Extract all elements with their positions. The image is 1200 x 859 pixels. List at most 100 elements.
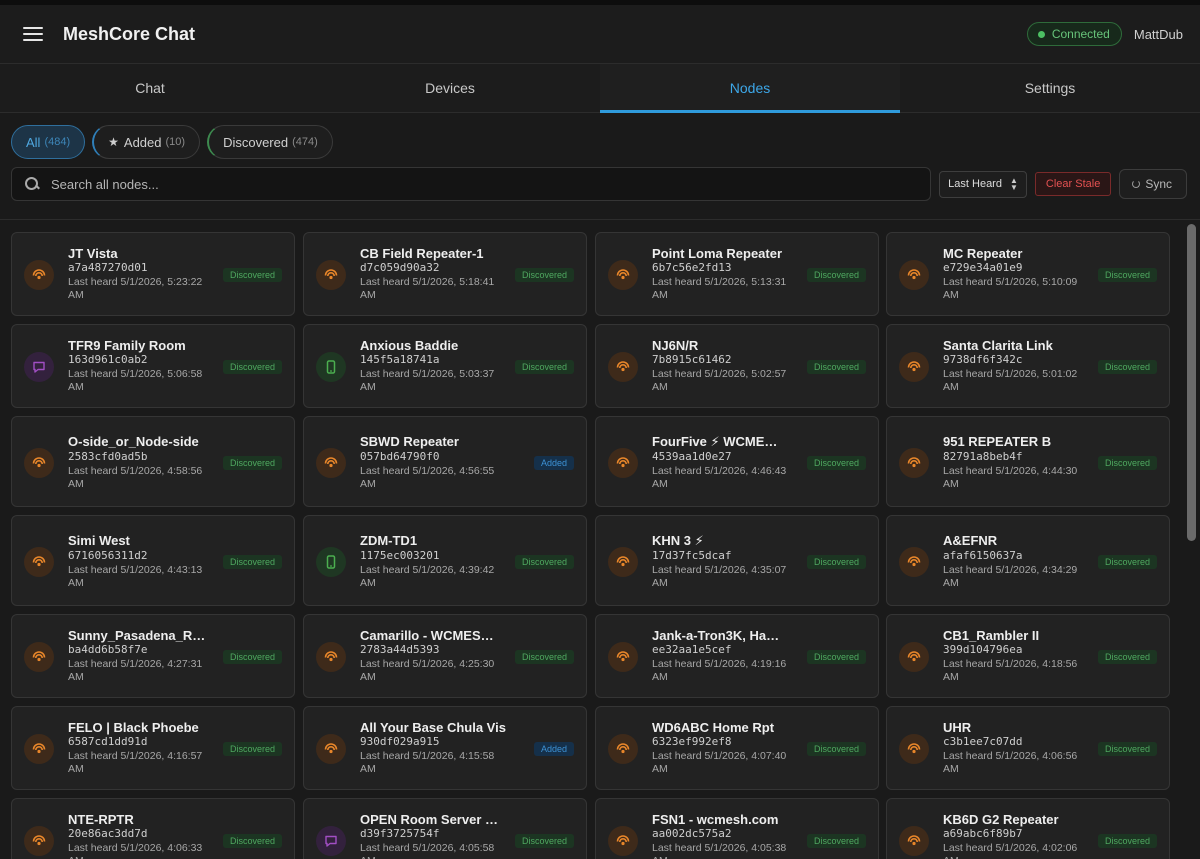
node-card[interactable]: Camarillo - WCMES… 2783a44d5393 Last heard… bbox=[303, 614, 587, 698]
node-card[interactable]: Simi West 6716056311d2 Last heard 5/1/2026… bbox=[11, 515, 295, 606]
node-last-heard: Last heard 5/1/2026, 4:27:31 AM bbox=[68, 658, 203, 683]
filter-all-chip[interactable]: All (484) bbox=[11, 125, 86, 159]
node-card[interactable]: 951 REPEATER B 82791a8beb4f Last heard 5/1… bbox=[886, 416, 1170, 507]
node-last-heard: Last heard 5/1/2026, 5:23:22 AM bbox=[68, 276, 203, 301]
node-name: NTE-RPTR bbox=[68, 812, 134, 827]
node-last-heard: Last heard 5/1/2026, 5:03:37 AM bbox=[360, 368, 495, 393]
node-public-key: aa002dc575a2 bbox=[652, 827, 732, 840]
tab-devices[interactable]: Devices bbox=[300, 64, 600, 112]
node-card[interactable]: OPEN Room Server … d39f3725754f Last heard… bbox=[303, 798, 587, 859]
nodes-toolbar: Last Heard ▲▼ Clear Stale Sync bbox=[0, 167, 1200, 201]
filter-added-count: (10) bbox=[165, 136, 186, 148]
node-name: SBWD Repeater bbox=[360, 434, 459, 449]
node-filter-chips: All (484) ★ Added (10) Discovered (474) bbox=[0, 113, 1200, 159]
node-status-badge: Discovered bbox=[1097, 555, 1157, 569]
filter-discovered-label: Discovered bbox=[223, 134, 289, 150]
main-tabs: Chat Devices Nodes Settings bbox=[0, 64, 1200, 113]
node-card[interactable]: JT Vista a7a487270d01 Last heard 5/1/2026,… bbox=[11, 232, 295, 316]
node-name: O-side_or_Node-side bbox=[68, 434, 199, 449]
node-last-heard: Last heard 5/1/2026, 4:35:07 AM bbox=[652, 564, 787, 589]
node-status-badge: Discovered bbox=[222, 742, 282, 756]
node-public-key: 82791a8beb4f bbox=[943, 450, 1023, 463]
repeater-signal-icon bbox=[899, 260, 929, 290]
node-status-badge: Discovered bbox=[1097, 742, 1157, 756]
node-last-heard: Last heard 5/1/2026, 5:02:57 AM bbox=[652, 368, 787, 393]
tab-settings[interactable]: Settings bbox=[900, 64, 1200, 112]
repeater-signal-icon bbox=[316, 260, 346, 290]
node-card[interactable]: WD6ABC Home Rpt 6323ef992ef8 Last heard 5/… bbox=[595, 706, 879, 790]
node-public-key: 399d104796ea bbox=[943, 643, 1023, 656]
room-chat-icon bbox=[24, 352, 54, 382]
repeater-signal-icon bbox=[608, 826, 638, 856]
scrollbar-thumb[interactable] bbox=[1187, 224, 1196, 541]
node-card[interactable]: ZDM-TD1 1175ec003201 Last heard 5/1/2026, … bbox=[303, 515, 587, 606]
node-name: Jank-a-Tron3K, Ha… bbox=[652, 628, 780, 643]
node-last-heard: Last heard 5/1/2026, 5:06:58 AM bbox=[68, 368, 203, 393]
node-card[interactable]: UHR c3b1ee7c07dd Last heard 5/1/2026, 4:06… bbox=[886, 706, 1170, 790]
connection-status-label: Connected bbox=[1051, 27, 1110, 41]
node-name: Simi West bbox=[68, 533, 130, 548]
filter-added-chip[interactable]: ★ Added (10) bbox=[92, 125, 201, 159]
node-card[interactable]: FourFive ⚡ WCME… 4539aa1d0e27 Last heard 5… bbox=[595, 416, 879, 507]
scrollbar[interactable] bbox=[1187, 224, 1196, 859]
node-card[interactable]: SBWD Repeater 057bd64790f0 Last heard 5/1/… bbox=[303, 416, 587, 507]
node-status-badge: Discovered bbox=[222, 650, 282, 664]
node-public-key: 6587cd1dd91d bbox=[68, 735, 148, 748]
sync-button-label: Sync bbox=[1145, 177, 1172, 191]
tab-chat[interactable]: Chat bbox=[0, 64, 300, 112]
node-list[interactable]: JT Vista a7a487270d01 Last heard 5/1/2026,… bbox=[0, 219, 1200, 859]
node-last-heard: Last heard 5/1/2026, 4:43:13 AM bbox=[68, 564, 203, 589]
node-card[interactable]: KB6D G2 Repeater a69abc6f89b7 Last heard 5… bbox=[886, 798, 1170, 859]
status-dot-icon bbox=[1037, 30, 1045, 38]
repeater-signal-icon bbox=[899, 642, 929, 672]
search-input[interactable] bbox=[51, 176, 931, 192]
node-card[interactable]: CB Field Repeater-1 d7c059d90a32 Last hear… bbox=[303, 232, 587, 316]
node-name: Santa Clarita Link bbox=[943, 338, 1053, 353]
node-card[interactable]: NTE-RPTR 20e86ac3dd7d Last heard 5/1/2026,… bbox=[11, 798, 295, 859]
node-status-badge: Added bbox=[533, 456, 574, 470]
node-last-heard: Last heard 5/1/2026, 5:01:02 AM bbox=[943, 368, 1078, 393]
node-card[interactable]: Jank-a-Tron3K, Ha… ee32aa1e5cef Last heard… bbox=[595, 614, 879, 698]
node-card[interactable]: NJ6N/R 7b8915c61462 Last heard 5/1/2026, 5… bbox=[595, 324, 879, 408]
clear-stale-button[interactable]: Clear Stale bbox=[1034, 172, 1112, 196]
node-card[interactable]: TFR9 Family Room 163d961c0ab2 Last heard 5… bbox=[11, 324, 295, 408]
node-card[interactable]: FSN1 - wcmesh.com aa002dc575a2 Last heard … bbox=[595, 798, 879, 859]
node-status-badge: Discovered bbox=[806, 742, 866, 756]
node-card[interactable]: CB1_Rambler II 399d104796ea Last heard 5/1… bbox=[886, 614, 1170, 698]
filter-discovered-chip[interactable]: Discovered (474) bbox=[207, 125, 333, 159]
node-card[interactable]: O-side_or_Node-side 2583cfd0ad5b Last hear… bbox=[11, 416, 295, 507]
repeater-signal-icon bbox=[899, 734, 929, 764]
node-public-key: 9738df6f342c bbox=[943, 353, 1023, 366]
node-card[interactable]: FELO | Black Phoebe 6587cd1dd91d Last hear… bbox=[11, 706, 295, 790]
node-public-key: 6323ef992ef8 bbox=[652, 735, 732, 748]
repeater-signal-icon bbox=[316, 734, 346, 764]
node-card[interactable]: MC Repeater e729e34a01e9 Last heard 5/1/20… bbox=[886, 232, 1170, 316]
node-name: TFR9 Family Room bbox=[68, 338, 186, 353]
node-card[interactable]: Santa Clarita Link 9738df6f342c Last heard… bbox=[886, 324, 1170, 408]
sort-select[interactable]: Last Heard ▲ ▼ bbox=[939, 170, 1027, 198]
node-status-badge: Discovered bbox=[806, 650, 866, 664]
node-name: FELO | Black Phoebe bbox=[68, 720, 199, 735]
repeater-signal-icon bbox=[24, 826, 54, 856]
node-card[interactable]: A&EFNR afaf6150637a Last heard 5/1/2026, 4… bbox=[886, 515, 1170, 606]
menu-icon[interactable] bbox=[23, 27, 43, 41]
node-last-heard: Last heard 5/1/2026, 5:18:41 AM bbox=[360, 276, 495, 301]
sync-button[interactable]: Sync bbox=[1119, 169, 1187, 199]
node-name: A&EFNR bbox=[943, 533, 998, 548]
node-card[interactable]: All Your Base Chula Vis 930df029a915 Last … bbox=[303, 706, 587, 790]
node-card[interactable]: Point Loma Repeater 6b7c56e2fd13 Last hear… bbox=[595, 232, 879, 316]
repeater-signal-icon bbox=[24, 448, 54, 478]
tab-nodes[interactable]: Nodes bbox=[600, 64, 900, 113]
node-card[interactable]: Anxious Baddie 145f5a18741a Last heard 5/1… bbox=[303, 324, 587, 408]
node-card[interactable]: KHN 3 ⚡ 17d37fc5dcaf Last heard 5/1/2026, … bbox=[595, 515, 879, 606]
node-name: Anxious Baddie bbox=[360, 338, 459, 353]
node-public-key: a7a487270d01 bbox=[68, 261, 148, 274]
node-status-badge: Discovered bbox=[1097, 268, 1157, 282]
username[interactable]: MattDub bbox=[1134, 27, 1183, 42]
node-public-key: 1175ec003201 bbox=[360, 549, 440, 562]
filter-discovered-count: (474) bbox=[292, 136, 318, 148]
node-status-badge: Discovered bbox=[514, 555, 574, 569]
node-public-key: 6b7c56e2fd13 bbox=[652, 261, 732, 274]
filter-all-label: All bbox=[26, 134, 41, 150]
node-card[interactable]: Sunny_Pasadena_R… ba4dd6b58f7e Last heard … bbox=[11, 614, 295, 698]
